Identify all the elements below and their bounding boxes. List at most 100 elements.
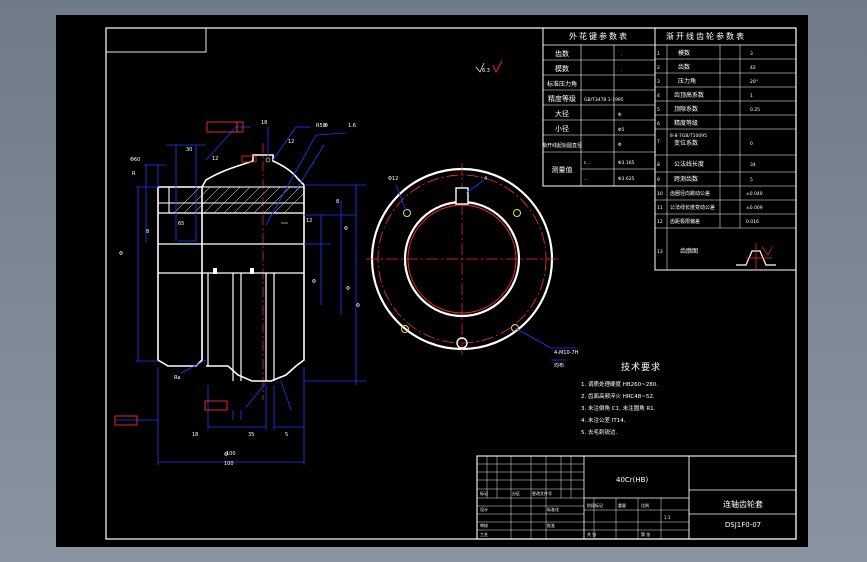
svg-text:1:1: 1:1	[664, 515, 671, 520]
svg-text:30: 30	[186, 147, 192, 153]
gear-table-title: 渐开线齿轮参数表	[666, 31, 746, 41]
svg-text:比例: 比例	[641, 502, 649, 508]
svg-text:Φ60: Φ60	[130, 157, 140, 163]
svg-text:3: 3	[750, 51, 753, 57]
material-label: 40Cr(HB)	[616, 476, 648, 484]
svg-text:.: .	[621, 53, 622, 58]
tech-req-title: 技术要求	[621, 361, 661, 373]
svg-text:批准: 批准	[547, 522, 555, 528]
spline-row-label: 大径	[555, 109, 569, 118]
svg-text:9: 9	[657, 177, 660, 183]
svg-text:4-M10-7H: 4-M10-7H	[554, 350, 579, 356]
svg-text:R: R	[132, 171, 136, 177]
spline-row-label: 小径	[555, 124, 569, 133]
spline-row-label: 精度等级	[548, 94, 576, 103]
spline-row-label: 标准压力角	[547, 80, 577, 88]
svg-text:1: 1	[750, 93, 753, 99]
spline-parameter-table: 外花键参数表 齿数 模数 标准压力角 精度等级 大径 小径 渐开线起始圆直径 测…	[542, 27, 656, 187]
drawing-number-label: DSJ1F0-07	[725, 521, 761, 529]
svg-text:8: 8	[146, 229, 149, 235]
gear-row-label: 压力角	[678, 77, 696, 85]
drawing-canvas: Φ60 R 30 12 65 Φ 8 Φ Φ Φ 18 12 Φ 1.6 Ra …	[105, 27, 797, 540]
svg-text:±0.040: ±0.040	[746, 191, 763, 197]
svg-text:Φ: Φ	[618, 142, 622, 148]
svg-text:Φ: Φ	[356, 303, 360, 309]
svg-text:第 张: 第 张	[641, 531, 650, 537]
gear-row-label: 齿距极限偏差	[670, 218, 700, 225]
svg-text:12: 12	[212, 156, 218, 162]
svg-text:阶段标记: 阶段标记	[587, 502, 603, 508]
svg-text:更改文件号: 更改文件号	[532, 490, 552, 496]
svg-text:35: 35	[248, 432, 254, 438]
svg-text:20°: 20°	[750, 79, 758, 85]
svg-text:2: 2	[657, 65, 660, 71]
svg-text:Φ5: Φ5	[618, 127, 625, 133]
svg-text:Φ: Φ	[346, 286, 350, 292]
svg-text:65: 65	[178, 221, 184, 227]
svg-text:共 张: 共 张	[587, 531, 596, 537]
svg-text:5: 5	[750, 177, 753, 183]
svg-text:5: 5	[285, 432, 288, 438]
gear-parameter-table: 渐开线齿轮参数表 123 456 789 101112 13 模数 齿数 压力角…	[654, 27, 797, 271]
svg-text:0.25: 0.25	[750, 107, 760, 113]
svg-text:12: 12	[306, 218, 312, 224]
svg-text:ε ..: ε ..	[584, 161, 591, 166]
tech-req-item: 4. 未注公差 IT14.	[581, 416, 626, 424]
svg-text:标记: 标记	[480, 490, 488, 496]
svg-text:0: 0	[750, 141, 753, 147]
tech-req-item: 3. 未注倒角 C1, 未注圆角 R1.	[581, 404, 656, 412]
svg-text:18: 18	[261, 120, 267, 126]
tech-req-item: 2. 齿面高频淬火 HRC48~52.	[581, 392, 655, 400]
svg-text:0.016: 0.016	[746, 219, 759, 225]
svg-text:1: 1	[657, 51, 660, 57]
spline-table-title: 外花键参数表	[569, 31, 629, 41]
gear-row-label: 齿顶高系数	[674, 91, 704, 99]
cad-viewport[interactable]: Φ60 R 30 12 65 Φ 8 Φ Φ Φ 18 12 Φ 1.6 Ra …	[0, 0, 867, 562]
spline-row-label: 模数	[555, 64, 569, 73]
gear-row-label: 齿廓图	[680, 247, 698, 255]
svg-text:Φ: Φ	[344, 226, 348, 232]
gear-row-label: 变位系数	[674, 139, 698, 147]
top-dimension-label: R50	[316, 123, 326, 129]
gear-row-label: 公法线长度变动公差	[670, 204, 715, 211]
roughness-symbol: 6.3	[475, 60, 503, 74]
tech-req-item: 1. 调质处理硬度 HB260~280.	[581, 380, 658, 388]
spline-row-label: 齿数	[555, 49, 569, 58]
side-view: Φ60 R 30 12 65 Φ 8 Φ Φ Φ 18 12 Φ 1.6 Ra …	[114, 120, 366, 467]
tech-req-item: 5. 去毛刺锐边.	[581, 428, 617, 436]
svg-text:10: 10	[657, 191, 663, 197]
svg-text:工艺: 工艺	[480, 532, 488, 537]
spline-row-label: 渐开线起始圆直径	[542, 142, 582, 149]
svg-text:重量: 重量	[618, 502, 626, 508]
svg-text:8: 8	[657, 162, 660, 168]
svg-text:.: .	[621, 68, 622, 73]
svg-text:±0.009: ±0.009	[746, 205, 763, 211]
svg-text:6: 6	[657, 121, 660, 127]
gear-row-label: 跨测齿数	[674, 175, 698, 183]
svg-text:3: 3	[657, 79, 660, 85]
gear-row-label: 顶隙系数	[674, 105, 698, 113]
svg-text:审核: 审核	[480, 522, 488, 528]
svg-text:Φ3.165: Φ3.165	[618, 160, 635, 166]
svg-text:设计: 设计	[480, 506, 488, 512]
svg-text:Φ: Φ	[618, 112, 622, 118]
title-block: 标记设计 审核工艺 分区 更改文件号 标准化批准 阶段标记 重量 比例共 张 第 张…	[476, 455, 797, 540]
front-view: Φ12 4 4-M10-7H 均布	[366, 163, 579, 369]
svg-text:...: ...	[584, 177, 588, 182]
svg-text:7: 7	[657, 139, 660, 145]
drawing-number-box	[105, 27, 207, 53]
svg-text:4: 4	[657, 93, 660, 99]
gear-row-label: 齿圈径向跳动公差	[670, 190, 710, 197]
gear-row-label: 模数	[678, 49, 690, 57]
drawing-sheet[interactable]: Φ60 R 30 12 65 Φ 8 Φ Φ Φ 18 12 Φ 1.6 Ra …	[56, 15, 808, 547]
svg-text:8-8-7GB/T10095: 8-8-7GB/T10095	[670, 133, 707, 139]
svg-text:11: 11	[657, 205, 663, 211]
gear-row-label: 精度等级	[674, 119, 698, 127]
svg-text:42: 42	[750, 65, 756, 71]
technical-requirements: 技术要求 1. 调质处理硬度 HB260~280. 2. 齿面高频淬火 HRC4…	[581, 361, 661, 436]
svg-text:1.6: 1.6	[348, 123, 356, 129]
svg-text:100: 100	[224, 461, 234, 467]
gear-row-label: 齿数	[678, 63, 690, 71]
svg-text:12: 12	[288, 139, 294, 145]
svg-text:8: 8	[336, 199, 339, 205]
